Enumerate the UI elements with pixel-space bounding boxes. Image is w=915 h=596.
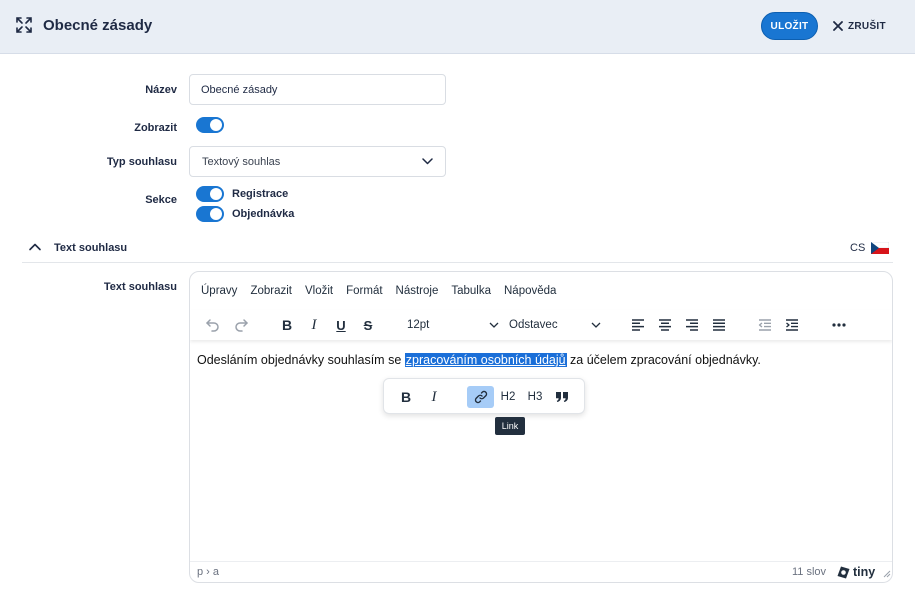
editor-statusbar: p › a 11 slov tiny [190,561,892,582]
more-icon [832,323,846,327]
redo-button[interactable] [230,314,252,336]
quick-toolbar: B I H2 H3 [383,378,585,414]
cancel-button[interactable]: ZRUŠIT [833,17,886,35]
editor-menubar: Úpravy Zobrazit Vložit Formát Nástroje T… [190,272,892,310]
quickbar-h2-button[interactable]: H2 [497,386,519,408]
more-button[interactable] [828,314,850,336]
quickbar-italic-button[interactable]: I [423,386,445,408]
menu-item-napoveda[interactable]: Nápověda [499,281,561,301]
block-format-value: Odstavec [509,319,558,331]
align-justify-icon [713,319,725,331]
menu-item-format[interactable]: Formát [341,281,387,301]
italic-icon: I [311,316,317,333]
chevron-down-icon [591,322,601,328]
rich-text-editor: Úpravy Zobrazit Vložit Formát Nástroje T… [189,271,893,583]
chevron-down-icon [489,322,499,328]
chevron-down-icon [422,158,433,165]
block-format-select[interactable]: Odstavec [509,314,601,336]
content-link[interactable]: zpracováním osobních údajů [404,353,567,367]
section-title: Text souhlasu [54,242,128,254]
section-label-objednavka: Objednávka [232,208,295,220]
strikethrough-button[interactable]: S [357,314,379,336]
page-title: Obecné zásady [43,17,153,34]
text-field-label: Text souhlasu [103,281,177,293]
editor-content[interactable]: Odesláním objednávky souhlasím se zpraco… [197,353,761,367]
close-icon [833,21,843,31]
italic-button[interactable]: I [303,314,325,336]
align-center-button[interactable] [654,314,676,336]
editor-toolbar: B I U S 12pt Odstavec [190,310,892,340]
undo-icon [206,319,219,332]
tiny-logo-icon [837,566,850,578]
menu-item-vlozit[interactable]: Vložit [300,281,338,301]
link-icon [474,390,487,404]
quickbar-blockquote-button[interactable] [551,386,573,408]
toggle-knob [210,208,222,220]
font-size-value: 12pt [407,319,430,331]
align-justify-button[interactable] [708,314,730,336]
word-count[interactable]: 11 slov [792,566,826,578]
toggle-knob [210,119,222,131]
sections-label: Sekce [145,194,177,206]
quickbar-h3-button[interactable]: H3 [524,386,546,408]
align-right-button[interactable] [681,314,703,336]
czech-flag-icon[interactable] [871,242,889,254]
cancel-label: ZRUŠIT [848,20,886,32]
indent-icon [786,319,798,331]
type-select[interactable]: Textový souhlas [189,146,446,177]
menu-item-upravy[interactable]: Úpravy [196,281,242,301]
element-path[interactable]: p › a [197,566,219,578]
section-toggle-objednavka[interactable] [196,206,224,222]
content-text-after: za účelem zpracování objednávky. [566,353,761,367]
section-label-registrace: Registrace [232,188,289,200]
font-size-select[interactable]: 12pt [407,314,499,336]
text-section-header: Text souhlasu CS [22,234,893,263]
strikethrough-icon: S [363,317,373,333]
chevron-up-icon[interactable] [28,240,42,254]
bold-button[interactable]: B [276,314,298,336]
expand-icon[interactable] [15,16,33,34]
toggle-knob [210,188,222,200]
outdent-icon [758,319,771,331]
indent-button[interactable] [781,314,803,336]
link-tooltip: Link [495,417,525,435]
name-label: Název [145,84,177,96]
section-toggle-registrace[interactable] [196,186,224,202]
content-text-before: Odesláním objednávky souhlasím se [197,353,405,367]
type-label: Typ souhlasu [106,156,177,168]
save-button[interactable]: ULOŽIT [761,12,818,40]
language-code: CS [850,242,866,254]
quickbar-link-button[interactable] [467,386,494,408]
align-right-icon [686,319,698,331]
dialog-header: Obecné zásady ULOŽIT ZRUŠIT [0,0,915,54]
bold-icon: B [281,317,293,333]
menu-item-zobrazit[interactable]: Zobrazit [245,281,297,301]
underline-button[interactable]: U [330,314,352,336]
resize-handle-icon[interactable] [883,570,891,578]
redo-icon [235,319,248,332]
tiny-brand: tiny [853,565,876,579]
tiny-logo[interactable]: tiny [837,565,875,579]
align-left-icon [632,319,644,331]
name-input[interactable]: Obecné zásady [189,74,446,105]
type-select-value: Textový souhlas [202,155,281,168]
menu-item-tabulka[interactable]: Tabulka [446,281,496,301]
display-toggle[interactable] [196,117,224,133]
italic-icon: I [431,388,437,405]
underline-icon: U [336,317,346,333]
display-label: Zobrazit [134,122,177,134]
undo-button[interactable] [202,314,224,336]
quote-icon [555,392,568,402]
bold-icon: B [400,389,412,405]
align-left-button[interactable] [627,314,649,336]
menu-item-nastroje[interactable]: Nástroje [391,281,444,301]
quickbar-bold-button[interactable]: B [395,386,417,408]
align-center-icon [659,319,671,331]
outdent-button[interactable] [754,314,776,336]
